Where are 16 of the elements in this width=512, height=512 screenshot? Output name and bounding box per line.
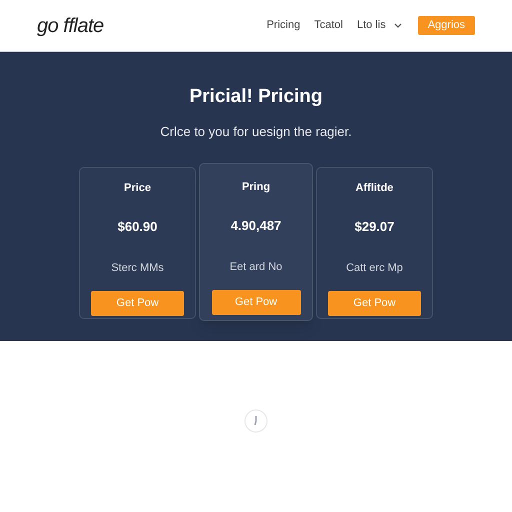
logo[interactable]: go fflate [37, 10, 104, 40]
loading-icon [244, 409, 268, 433]
hero-title: Pricial! Pricing [189, 85, 323, 109]
plan-note: Catt erc Mp [346, 261, 403, 276]
nav-link[interactable]: Tcatol [314, 17, 343, 34]
plan-note: Sterc MMs [111, 261, 164, 276]
plan-price: 4.90,487 [230, 216, 282, 234]
plan-name: Afflitde [356, 181, 394, 196]
plan-price: $29.07 [354, 218, 394, 236]
plan-note: Eet ard No [230, 260, 282, 275]
nav-link[interactable]: Pricing [266, 17, 300, 34]
plan-name: Pring [242, 180, 270, 195]
plan-name: Price [124, 181, 151, 196]
hero-subtitle: Crlce to you for uesign the ragier. [160, 122, 352, 141]
nav-link[interactable]: Lto lis [356, 17, 402, 34]
plan-price: $60.90 [118, 218, 158, 236]
